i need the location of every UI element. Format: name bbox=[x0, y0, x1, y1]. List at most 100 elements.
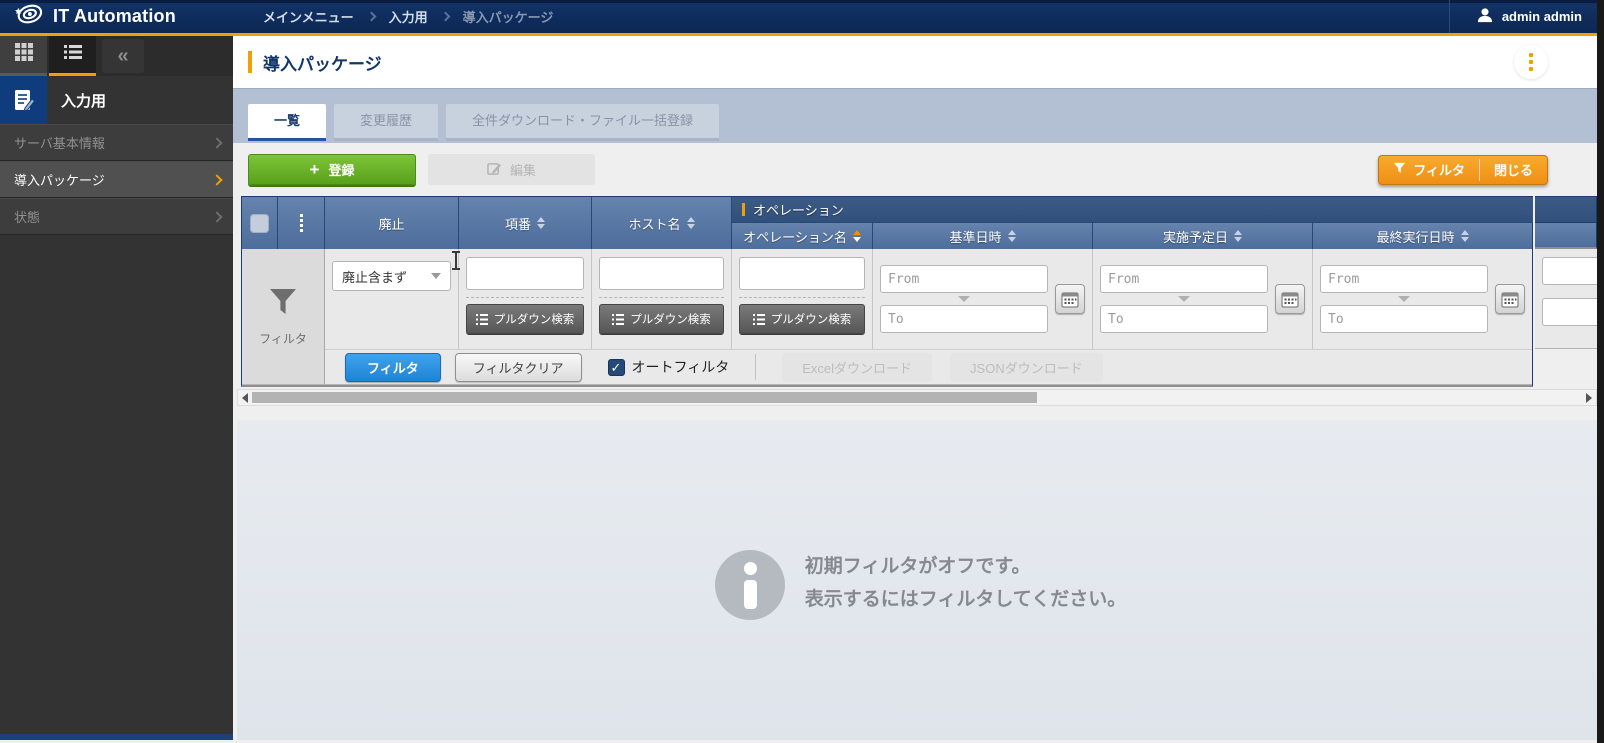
sidebar-collapse-button[interactable]: « bbox=[102, 39, 144, 73]
page-menu-button[interactable] bbox=[1514, 45, 1548, 79]
kebab-menu-icon bbox=[1529, 53, 1533, 71]
tab-bulk-download-register[interactable]: 全件ダウンロード・ファイル一括登録 bbox=[446, 104, 719, 141]
user-menu[interactable]: admin admin bbox=[1449, 0, 1604, 33]
empty-state-line1: 初期フィルタがオフです。 bbox=[805, 550, 1126, 583]
range-triangle-icon bbox=[1398, 296, 1410, 302]
chevron-right-icon bbox=[211, 137, 222, 148]
sort-icon[interactable] bbox=[1008, 230, 1016, 242]
column-header-last-run[interactable]: 最終実行日時 bbox=[1313, 223, 1532, 249]
hostname-pulldown-search-button[interactable]: プルダウン検索 bbox=[599, 304, 724, 334]
sort-icon[interactable] bbox=[537, 217, 545, 229]
sidebar-item-deploy-package[interactable]: 導入パッケージ bbox=[0, 161, 233, 198]
operation-column-group: オペレーション オペレーション名 基準日時 bbox=[732, 197, 1533, 249]
scroll-left-icon bbox=[242, 393, 248, 403]
input-menu-icon bbox=[0, 76, 47, 124]
discard-filter-select[interactable]: 廃止含まず bbox=[332, 261, 451, 291]
planned-date-from-input[interactable] bbox=[1100, 265, 1268, 293]
json-download-button: JSONダウンロード bbox=[950, 353, 1103, 382]
planned-date-calendar-button[interactable] bbox=[1275, 284, 1305, 314]
base-date-to-input[interactable] bbox=[880, 305, 1048, 333]
scrollbar-thumb[interactable] bbox=[252, 392, 1037, 403]
table-zone: 廃止 項番 ホスト名 オペレーション bbox=[233, 196, 1604, 387]
column-header-planned-date[interactable]: 実施予定日 bbox=[1093, 223, 1313, 249]
operation-name-pulldown-search-button[interactable]: プルダウン検索 bbox=[739, 304, 865, 334]
index-filter-input[interactable] bbox=[466, 257, 584, 290]
filter-button[interactable]: フィルタ bbox=[345, 353, 441, 382]
dashed-separator bbox=[466, 297, 584, 298]
filter-toggle-button[interactable]: フィルタ 閉じる bbox=[1378, 155, 1548, 185]
sort-icon[interactable] bbox=[687, 217, 695, 229]
column-label: 基準日時 bbox=[949, 227, 1001, 246]
select-arrow-icon bbox=[431, 273, 441, 279]
column-label: 最終実行日時 bbox=[1376, 227, 1454, 246]
sort-icon[interactable] bbox=[1234, 230, 1242, 242]
register-button[interactable]: + 登録 bbox=[248, 154, 416, 185]
column-header-discard[interactable]: 廃止 bbox=[325, 197, 459, 249]
filter-clear-button[interactable]: フィルタクリア bbox=[455, 353, 582, 382]
last-run-calendar-button[interactable] bbox=[1495, 284, 1525, 314]
page-title-bar: 導入パッケージ bbox=[233, 36, 1604, 88]
edit-button-label: 編集 bbox=[510, 160, 536, 179]
funnel-icon bbox=[1393, 162, 1406, 178]
clipped-next-column bbox=[1535, 196, 1597, 384]
column-header-operation-name[interactable]: オペレーション名 bbox=[732, 223, 873, 249]
filter-close-label: 閉じる bbox=[1494, 160, 1533, 179]
range-triangle-icon bbox=[1178, 296, 1190, 302]
autofilter-checkbox[interactable]: ✓ bbox=[608, 359, 625, 376]
breadcrumb-current: 導入パッケージ bbox=[463, 7, 554, 26]
hostname-filter-input[interactable] bbox=[599, 257, 724, 290]
collapse-chevrons-icon: « bbox=[117, 45, 128, 68]
group-accent-bar bbox=[742, 203, 745, 216]
filter-toggle-segment[interactable]: フィルタ bbox=[1379, 156, 1479, 184]
filter-cell-hostname: プルダウン検索 bbox=[592, 249, 732, 349]
last-run-to-input[interactable] bbox=[1320, 305, 1488, 333]
user-name: admin admin bbox=[1502, 9, 1582, 24]
sidebar-tabs: « bbox=[0, 36, 233, 76]
filter-close-segment[interactable]: 閉じる bbox=[1480, 156, 1547, 184]
select-all-checkbox[interactable] bbox=[250, 214, 269, 233]
tab-change-history[interactable]: 変更履歴 bbox=[334, 104, 438, 141]
funnel-icon bbox=[266, 287, 300, 322]
edit-button: 編集 bbox=[428, 154, 595, 185]
index-pulldown-search-button[interactable]: プルダウン検索 bbox=[466, 304, 584, 334]
sidebar-menu-title: 入力用 bbox=[61, 90, 106, 111]
sort-icon-active[interactable] bbox=[853, 230, 861, 242]
breadcrumb-main-menu[interactable]: メインメニュー bbox=[263, 7, 354, 26]
tab-list[interactable]: 一覧 bbox=[248, 104, 326, 141]
select-all-cell[interactable] bbox=[242, 197, 278, 249]
filter-cell-index: プルダウン検索 bbox=[459, 249, 592, 349]
scroll-right-button[interactable] bbox=[1582, 393, 1596, 403]
column-label: 実施予定日 bbox=[1163, 227, 1228, 246]
empty-state-panel: 初期フィルタがオフです。 表示するにはフィルタしてください。 bbox=[237, 420, 1604, 740]
base-date-calendar-button[interactable] bbox=[1055, 284, 1085, 314]
text-cursor-pointer bbox=[451, 251, 461, 270]
pulldown-search-label: プルダウン検索 bbox=[771, 311, 852, 327]
planned-date-to-input[interactable] bbox=[1100, 305, 1268, 333]
operation-name-filter-input[interactable] bbox=[739, 257, 865, 290]
column-header-hostname[interactable]: ホスト名 bbox=[592, 197, 732, 249]
pencil-edit-icon bbox=[487, 161, 510, 179]
column-header-base-date[interactable]: 基準日時 bbox=[873, 223, 1093, 249]
sidebar-item-status[interactable]: 状態 bbox=[0, 198, 233, 235]
sidebar-item-label: 導入パッケージ bbox=[14, 170, 105, 189]
breadcrumb-input-menu[interactable]: 入力用 bbox=[389, 7, 428, 26]
sidebar-item-server-basic-info[interactable]: サーバ基本情報 bbox=[0, 124, 233, 161]
clipped-input bbox=[1542, 257, 1597, 285]
sidebar-footer-strip bbox=[0, 734, 233, 740]
scroll-left-button[interactable] bbox=[238, 393, 252, 403]
sort-icon[interactable] bbox=[1461, 230, 1469, 242]
sidebar-tab-grid[interactable] bbox=[0, 36, 47, 76]
last-run-from-input[interactable] bbox=[1320, 265, 1488, 293]
sidebar-item-label: 状態 bbox=[14, 207, 40, 226]
column-header-index[interactable]: 項番 bbox=[459, 197, 592, 249]
topbar: IT Automation メインメニュー 入力用 導入パッケージ admin … bbox=[0, 0, 1604, 36]
excel-download-button: Excelダウンロード bbox=[782, 353, 932, 382]
tab-strip: 一覧 変更履歴 全件ダウンロード・ファイル一括登録 bbox=[233, 88, 1604, 143]
plus-icon: + bbox=[310, 160, 320, 180]
filter-cell-last-run bbox=[1313, 249, 1532, 349]
sidebar-tab-list[interactable] bbox=[49, 36, 96, 76]
app-logo[interactable]: IT Automation bbox=[0, 1, 233, 32]
empty-state-line2: 表示するにはフィルタしてください。 bbox=[805, 583, 1126, 616]
base-date-from-input[interactable] bbox=[880, 265, 1048, 293]
horizontal-scrollbar[interactable] bbox=[237, 389, 1597, 406]
